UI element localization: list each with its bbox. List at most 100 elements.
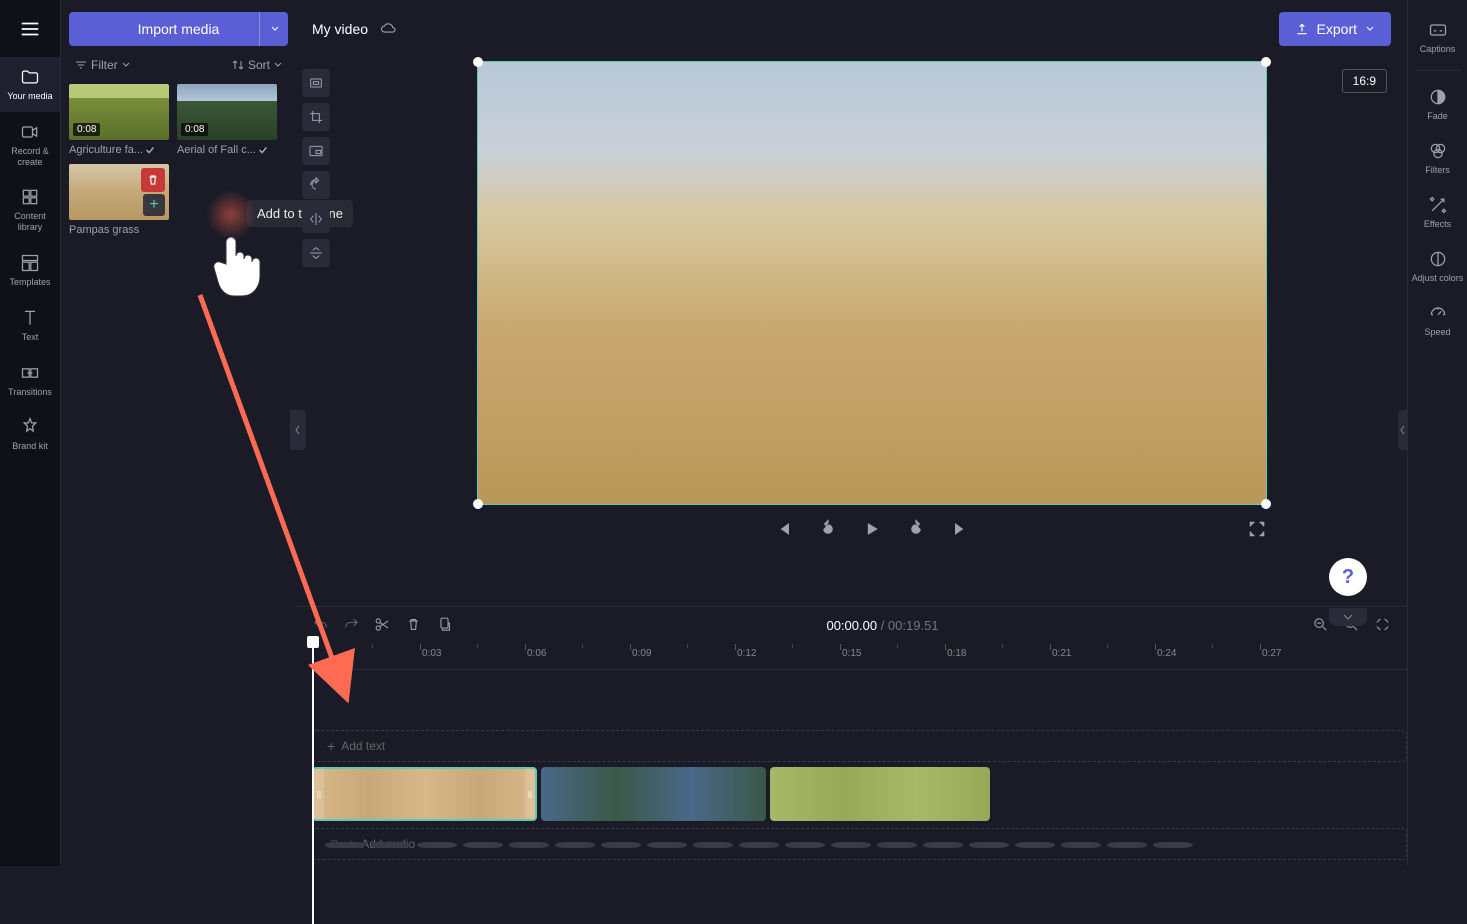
skip-start-button[interactable] <box>774 519 794 539</box>
text-track[interactable]: + Add text <box>312 730 1407 762</box>
clip-grip[interactable]: || <box>525 769 535 819</box>
rotate-tool[interactable] <box>302 171 330 199</box>
chevron-down-icon[interactable] <box>259 12 280 46</box>
filter-button[interactable]: Filter <box>75 58 130 72</box>
canvas-tools <box>296 57 336 606</box>
media-name: Aerial of Fall c... <box>177 144 256 156</box>
captions-button[interactable]: Captions <box>1408 12 1467 62</box>
duplicate-button[interactable] <box>436 616 453 636</box>
ruler-tick: 0:12 <box>737 648 756 659</box>
nav-label: Brand kit <box>12 441 48 452</box>
nav-label: Text <box>22 332 39 343</box>
crop-tool[interactable] <box>302 103 330 131</box>
plus-icon: + <box>327 738 335 754</box>
nav-your-media[interactable]: Your media <box>0 57 60 112</box>
playhead[interactable] <box>312 644 314 924</box>
nav-text[interactable]: Text <box>0 298 60 353</box>
ruler-tick: 0:06 <box>527 648 546 659</box>
ruler-tick: 0:21 <box>1052 648 1071 659</box>
nav-library[interactable]: Content library <box>0 177 60 243</box>
left-nav-rail: Your media Record & create Content libra… <box>0 0 61 866</box>
media-name: Agriculture fa... <box>69 144 143 156</box>
nav-templates[interactable]: Templates <box>0 243 60 298</box>
nav-label: Record & create <box>2 146 58 168</box>
project-name[interactable]: My video <box>312 21 368 37</box>
flip-h-tool[interactable] <box>302 205 330 233</box>
skip-end-button[interactable] <box>950 519 970 539</box>
media-thumbnail[interactable]: + <box>69 164 169 220</box>
playback-controls: 5 5 <box>477 519 1267 539</box>
ruler-tick: 0:24 <box>1157 648 1176 659</box>
forward-button[interactable]: 5 <box>906 519 926 539</box>
media-thumbnail[interactable]: 0:08 <box>177 84 277 140</box>
resize-handle[interactable] <box>1261 499 1271 509</box>
clip-grip[interactable]: || <box>314 769 324 819</box>
nav-label: Your media <box>7 91 52 102</box>
export-button[interactable]: Export <box>1279 12 1391 46</box>
zoom-out-button[interactable] <box>1312 616 1329 636</box>
ruler-tick: 0:27 <box>1262 648 1281 659</box>
nav-label: Templates <box>9 277 50 288</box>
split-button[interactable] <box>374 616 391 636</box>
resize-handle[interactable] <box>473 499 483 509</box>
timecode: 00:00.00 / 00:19.51 <box>467 618 1298 633</box>
undo-button[interactable] <box>312 616 329 636</box>
speed-button[interactable]: Speed <box>1408 295 1467 345</box>
pip-tool[interactable] <box>302 137 330 165</box>
timeline-toolbar: 00:00.00 / 00:19.51 <box>296 606 1407 644</box>
main-area: My video Export 5 <box>296 0 1407 866</box>
timeline-clip[interactable]: || || <box>312 767 537 821</box>
play-button[interactable] <box>862 519 882 539</box>
help-button[interactable]: ? <box>1329 558 1367 596</box>
collapse-preview-button[interactable] <box>1329 608 1367 626</box>
track-label: Add text <box>341 739 385 753</box>
preview-canvas[interactable] <box>477 61 1267 505</box>
delete-button[interactable] <box>405 616 422 636</box>
preview-area: 5 5 16:9 ? <box>296 57 1407 606</box>
add-to-timeline-button[interactable]: + <box>143 194 165 216</box>
nav-label: Transitions <box>8 387 52 398</box>
sort-button[interactable]: Sort <box>232 58 282 72</box>
audio-waveform-placeholder <box>325 837 1394 853</box>
effects-button[interactable]: Effects <box>1408 187 1467 237</box>
ruler-tick: 0:09 <box>632 648 651 659</box>
media-thumbnail[interactable]: 0:08 <box>69 84 169 140</box>
ruler-tick: 0:18 <box>947 648 966 659</box>
resize-handle[interactable] <box>473 57 483 67</box>
nav-transitions[interactable]: Transitions <box>0 353 60 408</box>
timeline-ruler[interactable]: 0:030:060:090:120:150:180:210:240:27 <box>312 644 1407 670</box>
collapse-right-button[interactable] <box>1398 410 1408 450</box>
pointer-hand-icon <box>206 230 266 300</box>
media-panel: Import media Filter Sort 0:08 Agricultur… <box>61 0 296 866</box>
filters-button[interactable]: Filters <box>1408 133 1467 183</box>
import-media-button[interactable]: Import media <box>69 12 288 46</box>
audio-track[interactable]: +Add audio <box>312 828 1407 860</box>
video-track[interactable]: || || <box>312 768 1407 822</box>
resize-handle[interactable] <box>1261 57 1271 67</box>
nav-label: Content library <box>2 211 58 233</box>
nav-record[interactable]: Record & create <box>0 112 60 178</box>
fullscreen-button[interactable] <box>1247 519 1267 539</box>
flip-v-tool[interactable] <box>302 239 330 267</box>
cloud-sync-icon[interactable] <box>380 20 398 38</box>
media-item[interactable]: 0:08 Aerial of Fall c... <box>177 84 277 156</box>
delete-icon[interactable] <box>141 168 165 192</box>
media-name: Pampas grass <box>69 224 139 236</box>
svg-text:5: 5 <box>913 527 917 534</box>
fit-tool[interactable] <box>302 69 330 97</box>
timeline-clip[interactable] <box>541 767 766 821</box>
menu-button[interactable] <box>0 0 60 57</box>
ruler-tick: 0:15 <box>842 648 861 659</box>
aspect-ratio-button[interactable]: 16:9 <box>1342 69 1387 93</box>
duration-badge: 0:08 <box>73 123 100 136</box>
media-item[interactable]: + Pampas grass <box>69 164 169 236</box>
duration-badge: 0:08 <box>181 123 208 136</box>
nav-brand[interactable]: Brand kit <box>0 407 60 462</box>
redo-button[interactable] <box>343 616 360 636</box>
timeline-clip[interactable] <box>770 767 990 821</box>
rewind-button[interactable]: 5 <box>818 519 838 539</box>
adjust-colors-button[interactable]: Adjust colors <box>1408 241 1467 291</box>
zoom-fit-button[interactable] <box>1374 616 1391 636</box>
media-item[interactable]: 0:08 Agriculture fa... <box>69 84 169 156</box>
fade-button[interactable]: Fade <box>1408 79 1467 129</box>
